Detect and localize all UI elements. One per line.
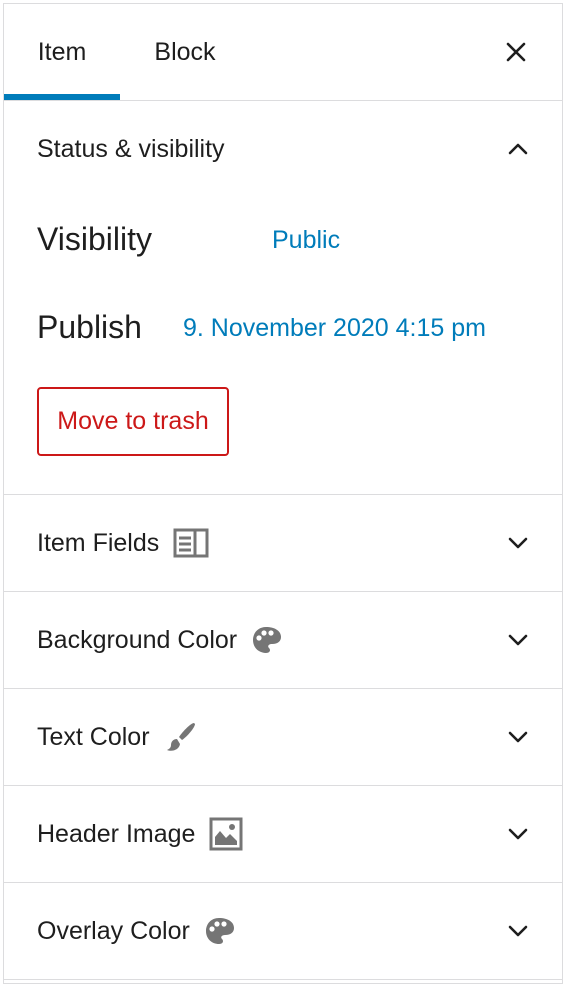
text-color-panel: Text Color <box>4 689 562 786</box>
background-color-panel: Background Color <box>4 592 562 689</box>
columns-icon <box>173 528 209 558</box>
close-button[interactable] <box>500 36 532 68</box>
color-palette-icon <box>205 918 234 944</box>
panel-title: Text Color <box>37 722 150 751</box>
panel-title: Header Image <box>37 819 196 848</box>
publish-date-toggle[interactable]: 9. November 2020 4:15 pm <box>183 314 486 343</box>
status-visibility-body: Visibility Public Publish 9. November 20… <box>4 197 562 494</box>
chevron-down-icon <box>508 537 528 549</box>
close-icon <box>506 42 526 62</box>
item-fields-toggle[interactable]: Item Fields <box>4 495 562 591</box>
overlay-color-panel: Overlay Color <box>4 883 562 980</box>
visibility-toggle[interactable]: Public <box>272 226 340 255</box>
sidebar-tabs: Item Block <box>4 4 562 101</box>
tab-block-label: Block <box>154 38 216 66</box>
tab-block[interactable]: Block <box>120 4 250 100</box>
panel-title: Background Color <box>37 625 238 654</box>
text-color-toggle[interactable]: Text Color <box>4 689 562 785</box>
move-to-trash-button[interactable]: Move to trash <box>37 387 229 456</box>
item-fields-panel: Item Fields <box>4 495 562 592</box>
image-icon <box>209 817 243 851</box>
chevron-down-icon <box>508 828 528 840</box>
header-image-panel: Header Image <box>4 786 562 883</box>
active-tab-indicator <box>4 94 120 100</box>
tab-item[interactable]: Item <box>4 4 120 100</box>
block-settings-sidebar: Item Block Status & visibility Visibilit… <box>3 3 563 984</box>
chevron-down-icon <box>508 731 528 743</box>
panel-title: Overlay Color <box>37 916 190 945</box>
chevron-up-icon <box>508 143 528 155</box>
color-palette-icon <box>253 627 282 653</box>
panel-title: Item Fields <box>37 528 160 557</box>
header-image-toggle[interactable]: Header Image <box>4 786 562 882</box>
brush-icon <box>166 723 195 751</box>
tab-item-label: Item <box>37 38 87 66</box>
status-visibility-toggle[interactable]: Status & visibility <box>4 101 562 197</box>
chevron-down-icon <box>508 925 528 937</box>
visibility-label: Visibility <box>37 221 152 257</box>
overlay-color-toggle[interactable]: Overlay Color <box>4 883 562 979</box>
panel-title: Status & visibility <box>37 134 225 163</box>
chevron-down-icon <box>508 634 528 646</box>
status-visibility-panel: Status & visibility Visibility Public Pu… <box>4 101 562 495</box>
publish-label: Publish <box>37 309 142 345</box>
background-color-toggle[interactable]: Background Color <box>4 592 562 688</box>
